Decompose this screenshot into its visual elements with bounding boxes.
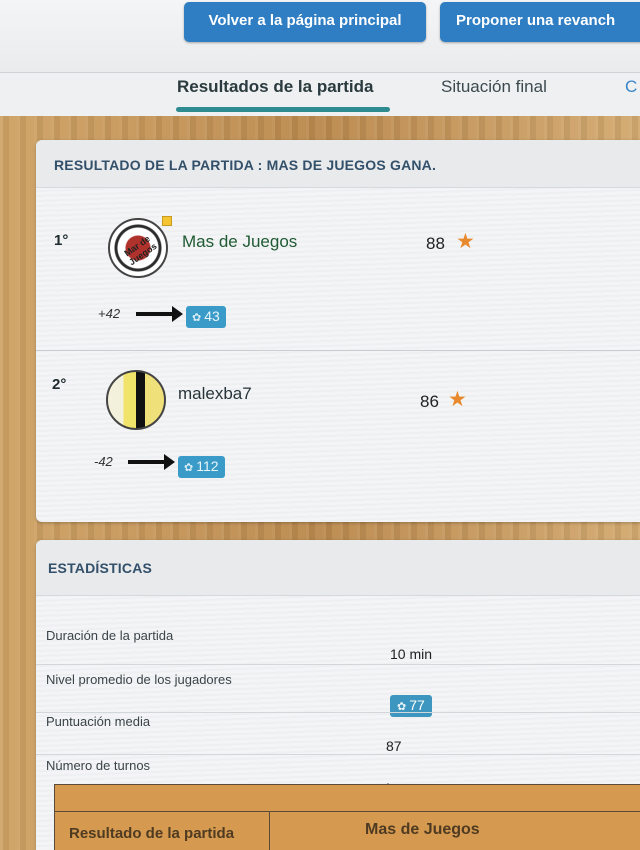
arrow-right-icon — [128, 454, 175, 470]
result-title: RESULTADO DE LA PARTIDA : MAS DE JUEGOS … — [54, 157, 437, 173]
player-divider — [36, 350, 640, 351]
result-card-header: RESULTADO DE LA PARTIDA : MAS DE JUEGOS … — [36, 140, 640, 188]
result-card: RESULTADO DE LA PARTIDA : MAS DE JUEGOS … — [36, 140, 640, 522]
player-name[interactable]: Mas de Juegos — [182, 232, 297, 252]
row-divider — [36, 664, 640, 665]
player-rank: 2° — [52, 376, 67, 393]
row-divider — [36, 754, 640, 755]
stat-label: Puntuación media — [46, 714, 151, 729]
avatar-logo-text: Mar de Juegos — [122, 233, 159, 268]
arrow-right-icon — [136, 306, 183, 322]
stat-label: Número de turnos — [46, 758, 151, 773]
star-icon: ★ — [456, 230, 475, 253]
stat-value: 87 — [386, 738, 402, 754]
stat-value: 10 min — [390, 646, 433, 662]
row-divider — [36, 712, 640, 713]
score-delta: -42 — [94, 454, 113, 469]
home-button[interactable]: Volver a la página principal — [184, 2, 426, 42]
tab-more[interactable]: C — [625, 77, 637, 97]
results-table-header: Resultado de la partida Mas de Juegos — [54, 784, 640, 850]
stat-value: 77 — [409, 697, 425, 713]
laurel-icon: ✿ — [192, 312, 202, 324]
star-icon: ★ — [448, 388, 467, 411]
top-header: Volver a la página principal Proponer un… — [0, 0, 640, 72]
badge-icon — [162, 216, 172, 226]
rematch-button[interactable]: Proponer una revanch — [440, 2, 640, 42]
laurel-icon: ✿ — [184, 462, 194, 474]
stat-label: Nivel promedio de los jugadores — [46, 672, 232, 687]
player-rank: 1° — [54, 232, 69, 249]
player-avatar[interactable] — [106, 370, 166, 430]
player-name[interactable]: malexba7 — [178, 384, 252, 404]
score-delta: +42 — [98, 306, 121, 321]
tab-results[interactable]: Resultados de la partida — [177, 77, 374, 97]
table-header-player[interactable]: Mas de Juegos — [365, 821, 480, 839]
level-badge: ✿ 112 — [178, 456, 225, 478]
table-column-divider — [269, 811, 270, 850]
level-value: 43 — [204, 308, 220, 324]
table-header-result: Resultado de la partida — [69, 825, 235, 842]
player-score: 86 — [420, 392, 439, 411]
level-badge: ✿ 43 — [186, 306, 226, 328]
player-avatar[interactable]: Mar de Juegos — [108, 218, 168, 278]
stats-card-header: ESTADÍSTICAS — [36, 540, 640, 596]
stats-title: ESTADÍSTICAS — [48, 560, 153, 576]
stats-card: ESTADÍSTICAS Duración de la partida 10 m… — [36, 540, 640, 850]
level-value: 112 — [196, 458, 219, 474]
table-row-divider — [55, 811, 640, 812]
player-score: 88 — [426, 234, 445, 253]
level-badge: ✿ 77 — [390, 695, 432, 717]
tab-bar: Resultados de la partida Situación final… — [0, 72, 640, 116]
tab-final-situation[interactable]: Situación final — [441, 77, 547, 97]
stat-label: Duración de la partida — [46, 628, 174, 643]
active-tab-indicator — [176, 107, 390, 112]
